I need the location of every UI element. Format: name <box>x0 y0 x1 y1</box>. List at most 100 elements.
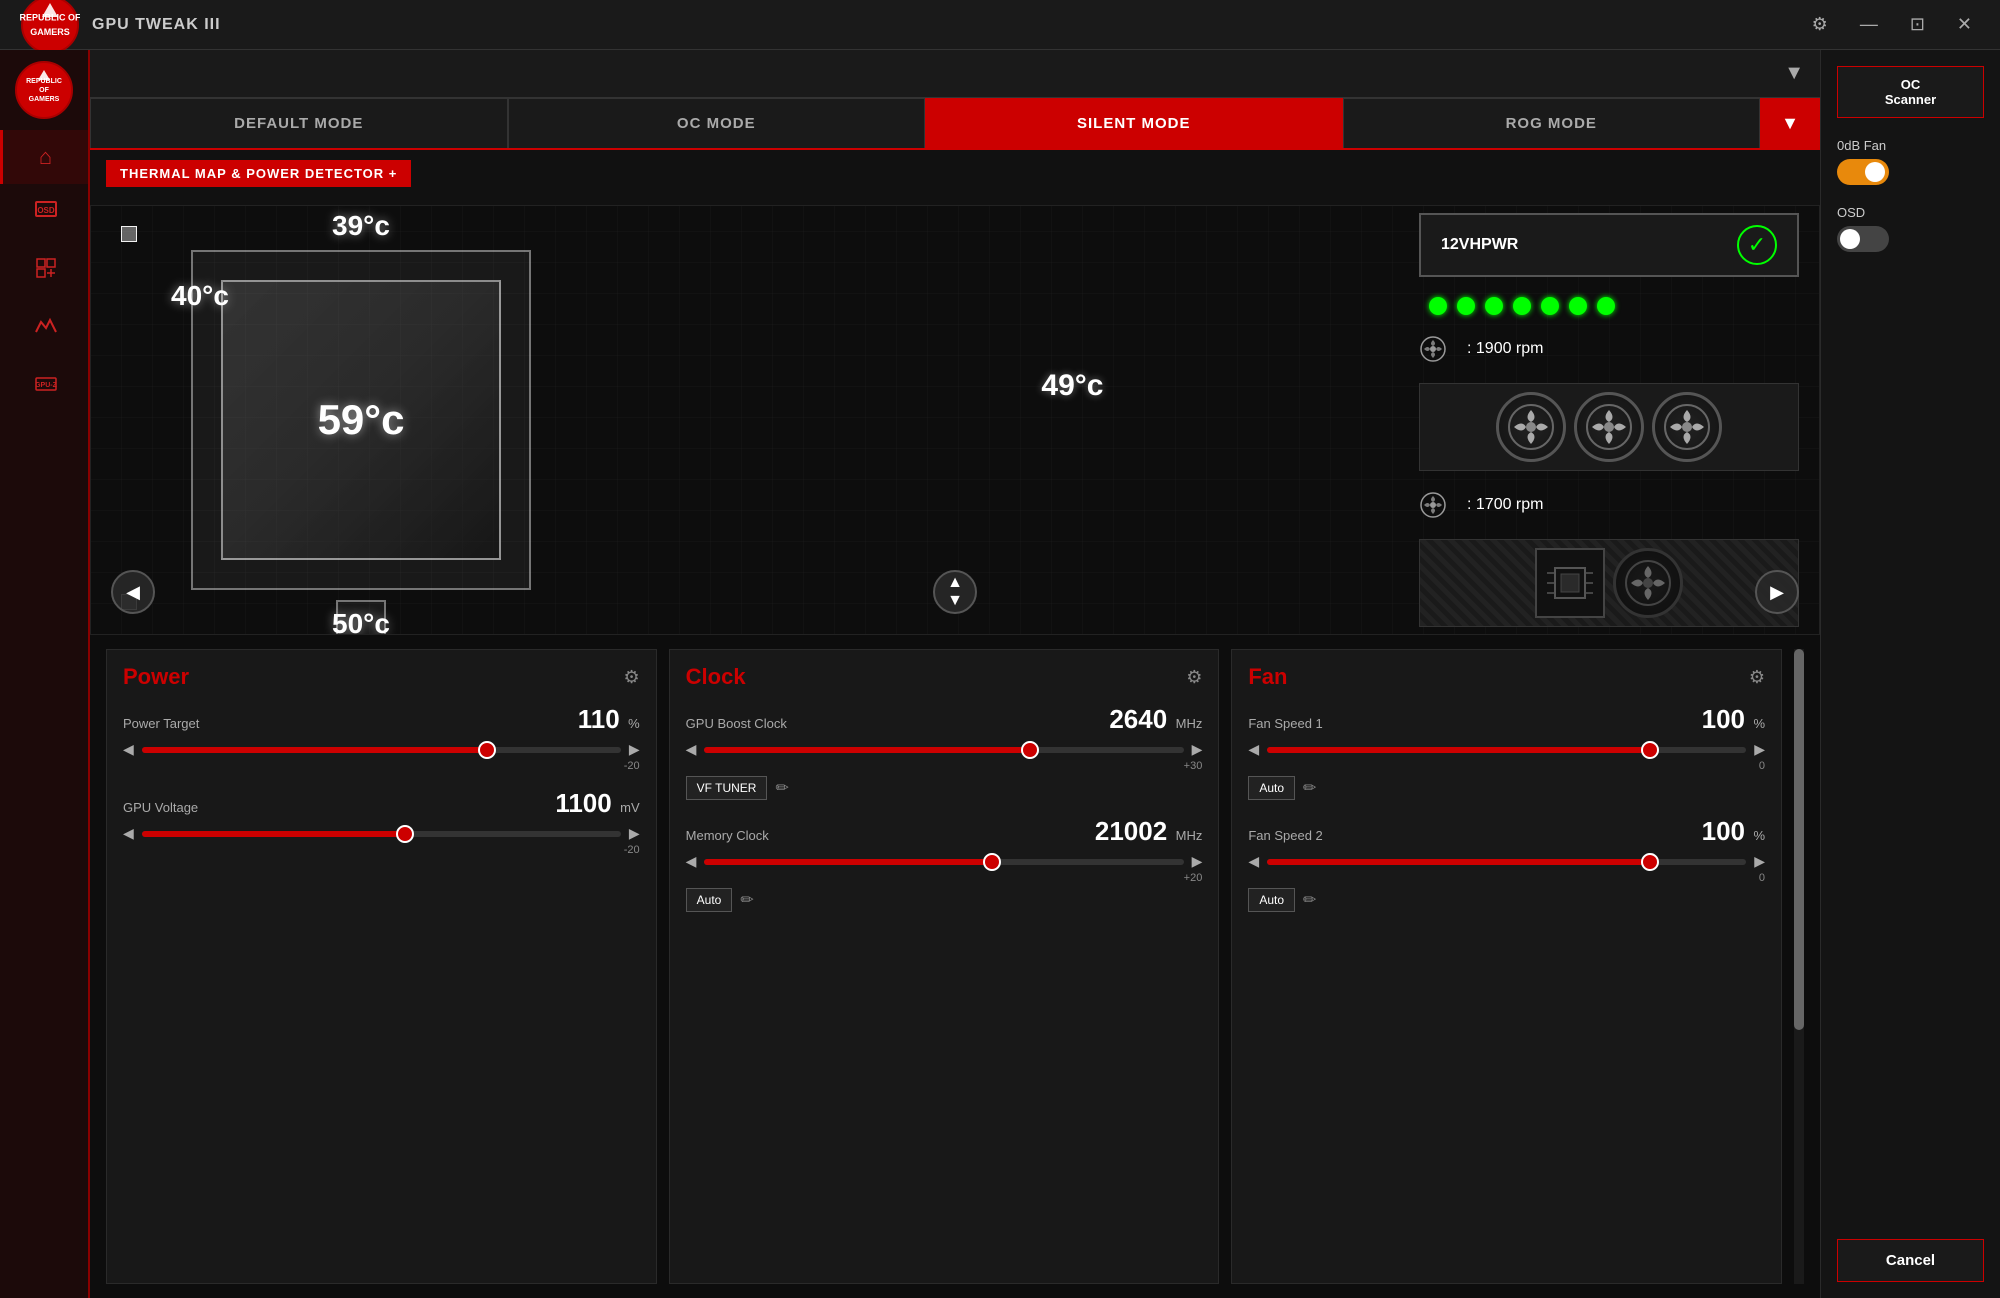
cancel-button[interactable]: Cancel <box>1837 1239 1984 1282</box>
temp-bottom: 50°c <box>332 608 390 635</box>
vf-edit-icon[interactable]: ✏ <box>775 778 788 798</box>
fan-speed2-dec-button[interactable]: ◀ <box>1248 853 1259 870</box>
power-target-dec-button[interactable]: ◀ <box>123 741 134 758</box>
gpu-boost-clock-value: 2640 <box>1109 704 1167 734</box>
tab-oc-mode[interactable]: OC MODE <box>508 98 926 148</box>
power-target-thumb <box>478 741 496 759</box>
power-target-offset: -20 <box>123 760 640 772</box>
gpuz-icon: GPU-Z <box>34 372 58 402</box>
gpu-boost-clock-label-row: GPU Boost Clock 2640 MHz <box>686 704 1203 735</box>
close-button[interactable]: ✕ <box>1949 10 1980 39</box>
vf-tuner-button[interactable]: VF TUNER <box>686 776 768 800</box>
sidebar-item-download[interactable] <box>0 242 88 300</box>
fan1-icon <box>1419 335 1447 363</box>
tab-silent-mode[interactable]: SILENT MODE <box>925 98 1343 148</box>
app-title: GPU TWEAK III <box>92 16 221 34</box>
svg-text:GAMERS: GAMERS <box>30 26 70 36</box>
gpu-boost-clock-offset: +30 <box>686 760 1203 772</box>
title-bar-controls: ⚙ — ⊡ ✕ <box>1804 10 1980 39</box>
fan-circle-dark <box>1613 548 1683 618</box>
fan-speed2-auto-button[interactable]: Auto <box>1248 888 1295 912</box>
fan-speed2-unit: % <box>1753 828 1765 843</box>
power-target-row: Power Target 110 % ◀ <box>123 704 640 772</box>
nav-next-button[interactable]: ▶ <box>1755 570 1799 614</box>
fan-circle-3 <box>1652 392 1722 462</box>
fan-settings-icon[interactable]: ⚙ <box>1749 667 1765 688</box>
gpu-boost-clock-dec-button[interactable]: ◀ <box>686 741 697 758</box>
fan-speed2-value: 100 <box>1702 816 1745 846</box>
gpu-voltage-slider[interactable] <box>142 831 621 837</box>
power-settings-icon[interactable]: ⚙ <box>624 667 640 688</box>
dropdown-arrow-icon[interactable]: ▼ <box>1784 62 1804 85</box>
osd-toggle[interactable] <box>1837 226 1889 252</box>
home-icon: ⌂ <box>39 144 52 170</box>
memory-clock-auto-button[interactable]: Auto <box>686 888 733 912</box>
settings-button[interactable]: ⚙ <box>1804 10 1836 39</box>
fan-speed1-label-row: Fan Speed 1 100 % <box>1248 704 1765 735</box>
memory-clock-fill <box>704 859 991 865</box>
led-dot-4 <box>1513 297 1531 315</box>
fan-speed1-auto-row: Auto ✏ <box>1248 776 1765 800</box>
gpu-voltage-label-row: GPU Voltage 1100 mV <box>123 788 640 819</box>
power-target-slider[interactable] <box>142 747 621 753</box>
osd-icon: OSD <box>34 198 58 228</box>
gpu-chip-area: 39°c 40°c 59°c 50°c <box>191 250 531 590</box>
gpu-voltage-inc-button[interactable]: ▶ <box>629 825 640 842</box>
memory-clock-inc-button[interactable]: ▶ <box>1192 853 1203 870</box>
vf-row: VF TUNER ✏ <box>686 776 1203 800</box>
power-target-fill <box>142 747 487 753</box>
tab-rog-mode[interactable]: ROG MODE <box>1343 98 1761 148</box>
svg-text:OF: OF <box>39 87 49 94</box>
memory-clock-slider[interactable] <box>704 859 1183 865</box>
osd-knob <box>1840 229 1860 249</box>
thermal-header[interactable]: THERMAL MAP & POWER DETECTOR + <box>106 160 411 187</box>
fan-speed1-inc-button[interactable]: ▶ <box>1754 741 1765 758</box>
memory-clock-edit-icon[interactable]: ✏ <box>740 890 753 910</box>
main-layout: REPUBLIC OF GAMERS ⌂ OSD <box>0 50 2000 1298</box>
sidebar-item-home[interactable]: ⌂ <box>0 130 88 184</box>
gpu-boost-clock-slider[interactable] <box>704 747 1183 753</box>
scrollbar-thumb[interactable] <box>1794 649 1804 1030</box>
memory-clock-label: Memory Clock <box>686 828 769 843</box>
nav-prev-button[interactable]: ◀ <box>111 570 155 614</box>
tab-default-mode[interactable]: DEFAULT MODE <box>90 98 508 148</box>
content-area: ▼ DEFAULT MODE OC MODE SILENT MODE ROG M… <box>90 50 1820 1298</box>
power-target-inc-button[interactable]: ▶ <box>629 741 640 758</box>
memory-clock-offset: +20 <box>686 872 1203 884</box>
gpu-visual: 39°c 40°c 59°c 50°c 49°c 12VHPWR ✓ <box>90 205 1820 635</box>
fan-card-header: Fan ⚙ <box>1248 664 1765 690</box>
odb-fan-toggle[interactable] <box>1837 159 1889 185</box>
gpu-boost-clock-inc-button[interactable]: ▶ <box>1192 741 1203 758</box>
odb-fan-knob <box>1865 162 1885 182</box>
tab-oc-label: OC MODE <box>677 115 756 132</box>
fan1-speed: : 1900 rpm <box>1467 340 1543 358</box>
fan-speed2-label-row: Fan Speed 2 100 % <box>1248 816 1765 847</box>
fan-speed1-auto-button[interactable]: Auto <box>1248 776 1295 800</box>
fan-speed2-inc-button[interactable]: ▶ <box>1754 853 1765 870</box>
maximize-button[interactable]: ⊡ <box>1902 10 1933 39</box>
sidebar-item-gpuz[interactable]: GPU-Z <box>0 358 88 416</box>
gpu-voltage-dec-button[interactable]: ◀ <box>123 825 134 842</box>
led-row <box>1429 297 1799 315</box>
scrollbar[interactable] <box>1794 649 1804 1284</box>
sidebar-item-osd[interactable]: OSD <box>0 184 88 242</box>
minimize-button[interactable]: — <box>1852 10 1886 39</box>
power-target-unit: % <box>628 716 640 731</box>
mode-tab-dropdown[interactable]: ▼ <box>1760 98 1820 148</box>
oc-scanner-button[interactable]: OC Scanner <box>1837 66 1984 118</box>
memory-clock-dec-button[interactable]: ◀ <box>686 853 697 870</box>
led-dot-5 <box>1541 297 1559 315</box>
fan-speed1-slider[interactable] <box>1267 747 1746 753</box>
gpu-voltage-label: GPU Voltage <box>123 800 198 815</box>
fan-speed2-edit-icon[interactable]: ✏ <box>1303 890 1316 910</box>
fan-speed1-edit-icon[interactable]: ✏ <box>1303 778 1316 798</box>
nav-scroll-button[interactable]: ▲ ▼ <box>933 570 977 614</box>
fan-speed1-offset: 0 <box>1248 760 1765 772</box>
sidebar-item-monitor[interactable] <box>0 300 88 358</box>
chip-icon <box>1535 548 1605 618</box>
fan-speed2-slider[interactable] <box>1267 859 1746 865</box>
osd-toggle-row: OSD <box>1837 205 1984 252</box>
fan-speed1-dec-button[interactable]: ◀ <box>1248 741 1259 758</box>
gpu-voltage-row: GPU Voltage 1100 mV ◀ <box>123 788 640 856</box>
clock-settings-icon[interactable]: ⚙ <box>1186 667 1202 688</box>
